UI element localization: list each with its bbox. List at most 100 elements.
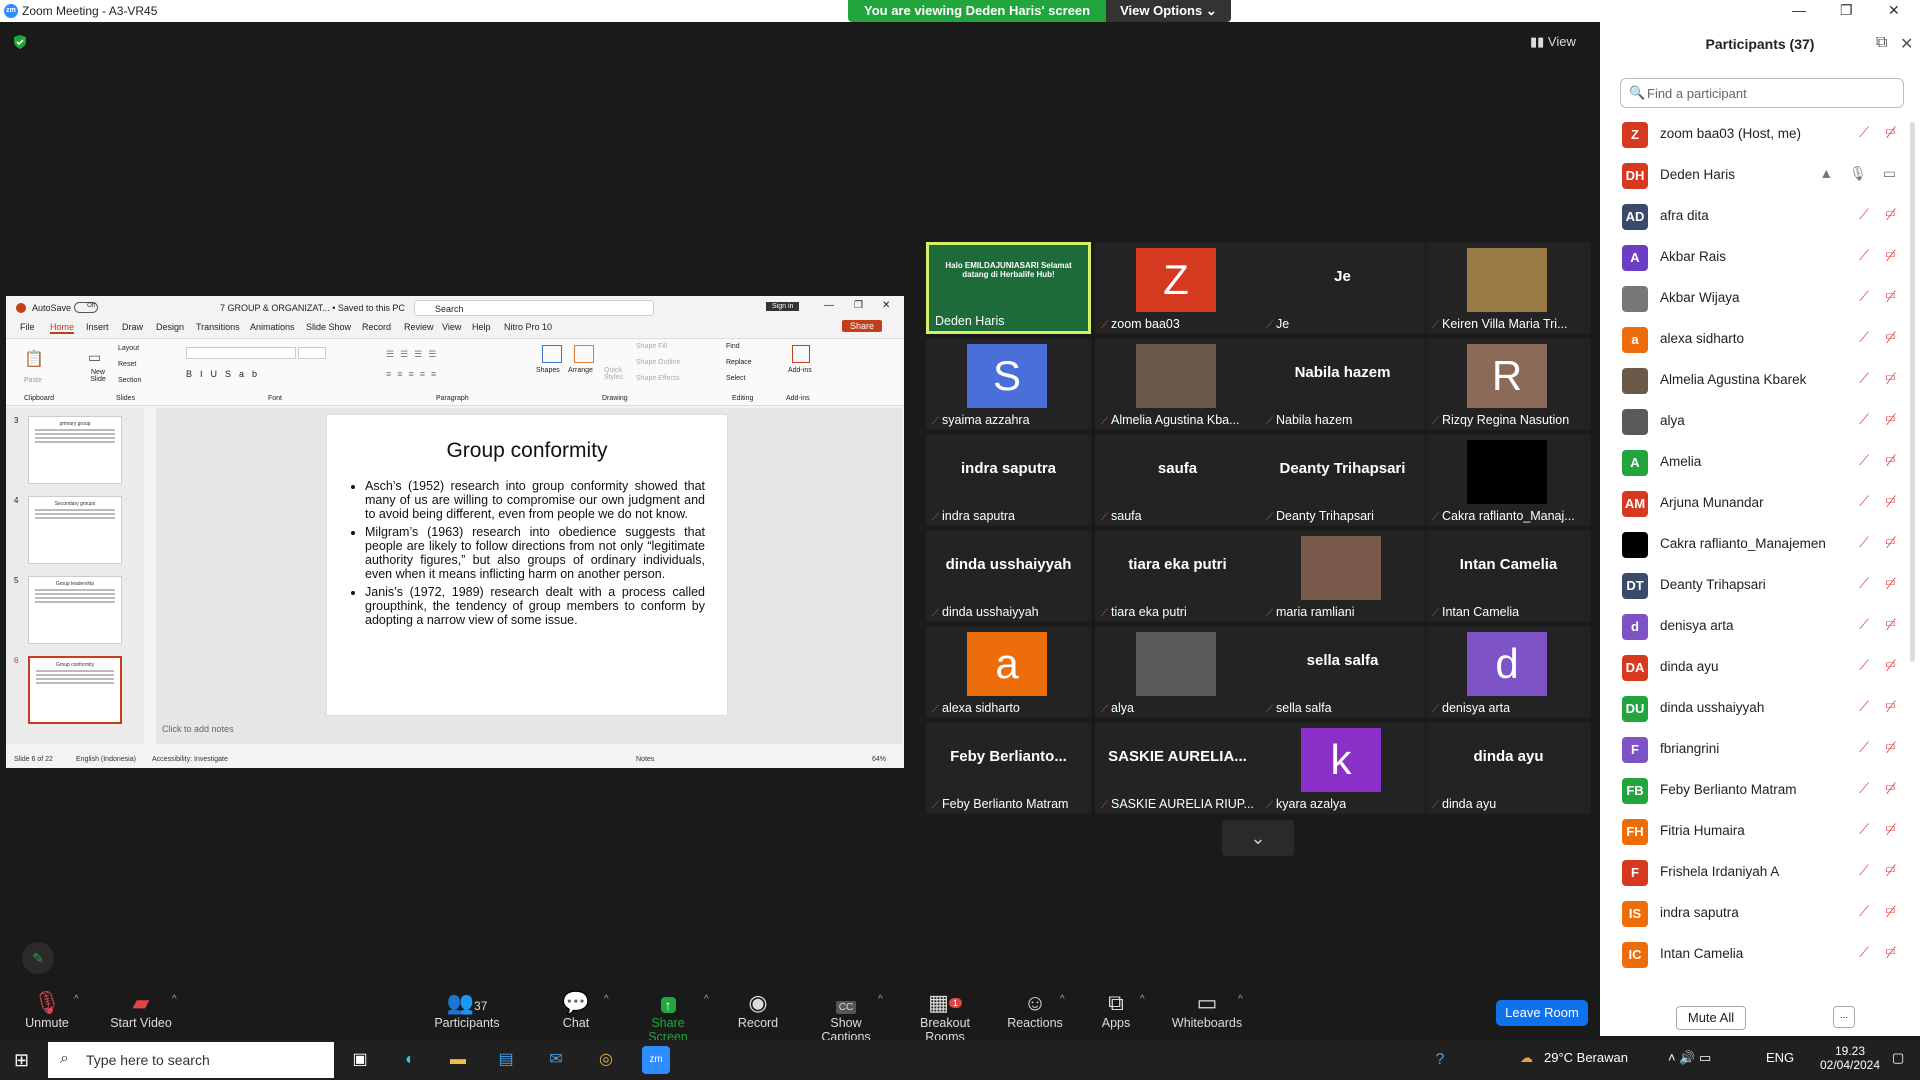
notes-button[interactable]: Notes (636, 756, 654, 763)
ppt-tab-help[interactable]: Help (472, 322, 491, 332)
participants-button[interactable]: 👥37 Participants (432, 990, 502, 1030)
participant-row[interactable]: DT Deanty Trihapsari ⟋ ▭̸ (1600, 565, 1910, 606)
apps-caret-icon[interactable]: ^ (1140, 994, 1145, 1005)
ppt-tab-slideshow[interactable]: Slide Show (306, 322, 351, 332)
participant-scrollbar[interactable] (1910, 122, 1915, 662)
participant-row[interactable]: AD afra dita ⟋ ▭̸ (1600, 196, 1910, 237)
participant-row[interactable]: A Akbar Rais ⟋ ▭̸ (1600, 237, 1910, 278)
weather-text[interactable]: 29°C Berawan (1544, 1050, 1628, 1065)
paste-icon[interactable]: 📋 (24, 349, 44, 369)
find-button[interactable]: Find (726, 343, 740, 350)
slide-thumbnail[interactable]: Group leadership (28, 576, 122, 644)
video-tile[interactable]: ⟋ Cakra raflianto_Manaj... (1426, 434, 1591, 526)
ppt-tab-nitro[interactable]: Nitro Pro 10 (504, 322, 552, 332)
windows-start-icon[interactable]: ⊞ (14, 1050, 29, 1071)
task-view-icon[interactable]: ▣ (346, 1046, 374, 1074)
video-tile[interactable]: sella salfa ⟋ sella salfa (1260, 626, 1425, 718)
font-family-select[interactable] (186, 347, 296, 359)
autosave-toggle[interactable]: Off (74, 302, 98, 313)
more-options-button[interactable]: ... (1833, 1006, 1855, 1028)
help-icon[interactable]: ? (1426, 1046, 1454, 1074)
new-slide-icon[interactable]: ▭ (88, 349, 101, 366)
share-screen-button[interactable]: ↑ Share Screen (632, 990, 704, 1044)
shape-fill-button[interactable]: Shape Fill (636, 343, 667, 350)
video-tile[interactable]: SASKIE AURELIA... ⟋ SASKIE AURELIA RIUP... (1095, 722, 1260, 814)
video-tile[interactable]: Deanty Trihapsari ⟋ Deanty Trihapsari (1260, 434, 1425, 526)
language-indicator[interactable]: ENG (1766, 1050, 1794, 1065)
reset-button[interactable]: Reset (118, 361, 136, 368)
tray-icons[interactable]: ˄ 🔊 ▭ (1668, 1050, 1711, 1066)
participant-row[interactable]: AM Arjuna Munandar ⟋ ▭̸ (1600, 483, 1910, 524)
video-tile[interactable]: ⟋ Almelia Agustina Kba... (1095, 338, 1260, 430)
ppt-share-button[interactable]: Share (842, 320, 883, 332)
video-caret-icon[interactable]: ^ (172, 994, 177, 1005)
ppt-tab-design[interactable]: Design (156, 322, 184, 332)
arrange-icon[interactable] (574, 345, 594, 363)
video-tile[interactable]: k ⟋ kyara azalya (1260, 722, 1425, 814)
ppt-signin-button[interactable]: Sign in (766, 302, 800, 311)
ppt-search-box[interactable]: Search (414, 300, 654, 316)
view-button[interactable]: ▮▮ View (1530, 34, 1576, 50)
ppt-close-icon[interactable]: ✕ (882, 300, 890, 311)
close-icon[interactable]: ✕ (1888, 2, 1900, 19)
ppt-tab-transitions[interactable]: Transitions (196, 322, 240, 332)
current-slide[interactable]: Group conformity Asch’s (1952) research … (326, 414, 728, 716)
participant-row[interactable]: DA dinda ayu ⟋ ▭̸ (1600, 647, 1910, 688)
chat-caret-icon[interactable]: ^ (604, 994, 609, 1005)
chat-button[interactable]: 💬 Chat (556, 990, 596, 1030)
participant-row[interactable]: DU dinda usshaiyyah ⟋ ▭̸ (1600, 688, 1910, 729)
participant-row[interactable]: Ffbriangrini ⟋ ▭̸ (1600, 729, 1910, 770)
zoom-taskbar-icon[interactable]: zm (642, 1046, 670, 1074)
ppt-tab-record[interactable]: Record (362, 322, 391, 332)
close-panel-icon[interactable]: ✕ (1900, 34, 1913, 54)
video-tile[interactable]: Nabila hazem ⟋ Nabila hazem (1260, 338, 1425, 430)
slide-thumbnail[interactable]: Secondary groups (28, 496, 122, 564)
clock[interactable]: 19.23 02/04/2024 (1818, 1044, 1882, 1072)
video-tile[interactable]: R ⟋ Rizqy Regina Nasution (1426, 338, 1591, 430)
start-video-button[interactable]: ▰ Start Video (108, 990, 174, 1030)
store-icon[interactable]: ▤ (492, 1046, 520, 1074)
participant-row[interactable]: IC Intan Camelia ⟋ ▭̸ (1600, 934, 1910, 975)
slide-thumbnail-selected[interactable]: Group conformity (28, 656, 122, 724)
ppt-tab-insert[interactable]: Insert (86, 322, 109, 332)
align-buttons[interactable]: ≡≡≡≡≡ (386, 369, 442, 379)
unmute-caret-icon[interactable]: ^ (74, 994, 79, 1005)
video-tile[interactable]: ⟋ alya (1095, 626, 1260, 718)
video-tile[interactable]: d ⟋ denisya arta (1426, 626, 1591, 718)
ppt-tab-review[interactable]: Review (404, 322, 434, 332)
participant-row[interactable]: DH Deden Haris ▲ 🎙 ▭ (1600, 155, 1910, 196)
participant-row[interactable]: A Amelia ⟋ ▭̸ (1600, 442, 1910, 483)
participant-row[interactable]: alya ⟋ ▭̸ (1600, 401, 1910, 442)
show-captions-button[interactable]: CC Show Captions (804, 990, 888, 1044)
participant-row[interactable]: a alexa sidharto ⟋ ▭̸ (1600, 319, 1910, 360)
apps-button[interactable]: ⧉ Apps (1098, 990, 1134, 1030)
video-tile[interactable]: Je ⟋ Je (1260, 242, 1425, 334)
restore-icon[interactable]: ❐ (1840, 2, 1853, 19)
font-format-buttons[interactable]: BIUSab (186, 369, 265, 379)
video-tile[interactable]: Intan Camelia ⟋ Intan Camelia (1426, 530, 1591, 622)
accessibility-status[interactable]: Accessibility: Investigate (152, 756, 228, 763)
shape-outline-button[interactable]: Shape Outline (636, 359, 680, 366)
video-tile[interactable]: a ⟋ alexa sidharto (926, 626, 1091, 718)
minimize-icon[interactable]: — (1792, 2, 1806, 18)
view-options-button[interactable]: View Options ⌄ (1106, 0, 1231, 22)
participant-row[interactable]: d denisya arta ⟋ ▭̸ (1600, 606, 1910, 647)
breakout-rooms-button[interactable]: ▦ 1 Breakout Rooms (900, 990, 990, 1044)
video-tile[interactable]: indra saputra ⟋ indra saputra (926, 434, 1091, 526)
ppt-tab-animations[interactable]: Animations (250, 322, 295, 332)
mail-icon[interactable]: ✉ (542, 1046, 570, 1074)
participant-row[interactable]: Akbar Wijaya ⟋ ▭̸ (1600, 278, 1910, 319)
shape-effects-button[interactable]: Shape Effects (636, 375, 679, 382)
video-tile[interactable]: saufa ⟋ saufa (1095, 434, 1260, 526)
video-tile[interactable]: dinda usshaiyyah ⟋ dinda usshaiyyah (926, 530, 1091, 622)
video-tile[interactable]: ⟋ Keiren Villa Maria Tri... (1426, 242, 1591, 334)
notifications-icon[interactable]: ▢ (1892, 1050, 1904, 1066)
paragraph-buttons[interactable]: ☰☰☰☰ (386, 349, 442, 360)
video-tile[interactable]: ⟋ maria ramliani (1260, 530, 1425, 622)
participant-row[interactable]: IS indra saputra ⟋ ▭̸ (1600, 893, 1910, 934)
participant-row[interactable]: Cakra raflianto_Manajemen ⟋ ▭̸ (1600, 524, 1910, 565)
video-tile[interactable]: tiara eka putri ⟋ tiara eka putri (1095, 530, 1260, 622)
participant-row[interactable]: FH Fitria Humaira ⟋ ▭̸ (1600, 811, 1910, 852)
unmute-button[interactable]: 🎙 Unmute (22, 990, 72, 1030)
replace-button[interactable]: Replace (726, 359, 752, 366)
